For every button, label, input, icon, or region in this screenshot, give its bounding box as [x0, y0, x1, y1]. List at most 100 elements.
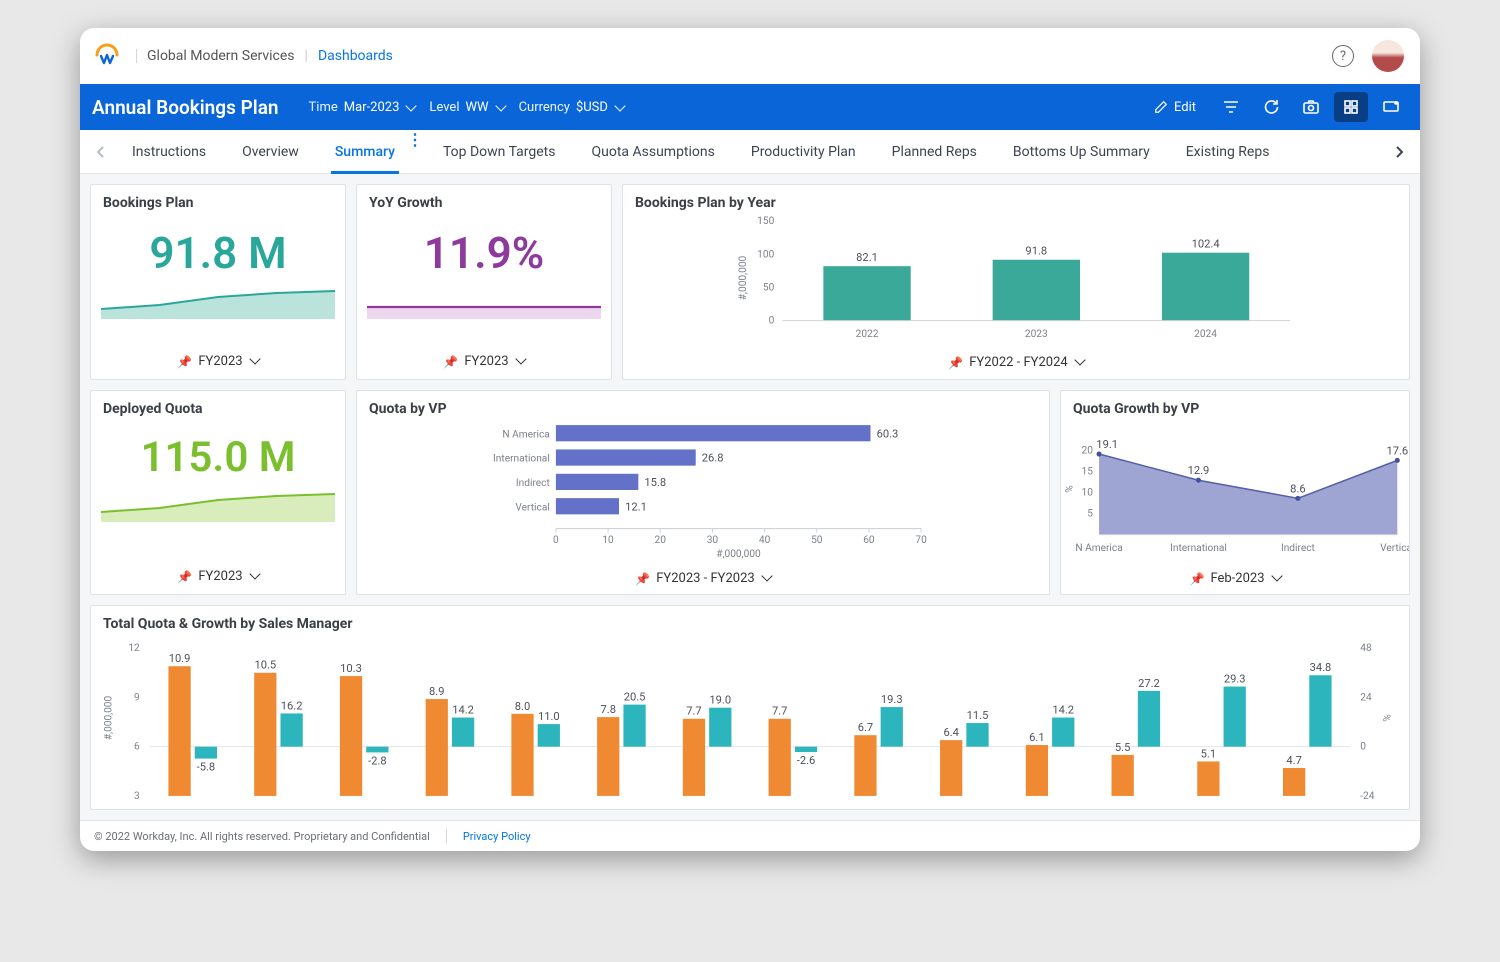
- svg-text:100: 100: [757, 249, 774, 260]
- svg-text:40: 40: [759, 535, 771, 546]
- tab-existing-reps[interactable]: Existing Reps: [1168, 130, 1288, 173]
- svg-text:9: 9: [134, 692, 140, 703]
- svg-text:16.2: 16.2: [281, 699, 303, 712]
- metric-value: 11.9%: [357, 213, 611, 279]
- snapshot-icon[interactable]: [1294, 92, 1328, 122]
- tab-quota-assumptions[interactable]: Quota Assumptions: [573, 130, 732, 173]
- card-deployed-quota: Deployed Quota 115.0 M 📌 FY2023: [90, 390, 346, 595]
- pin-icon: 📌: [177, 355, 192, 369]
- tab-summary[interactable]: Summary: [317, 130, 413, 173]
- svg-text:10.5: 10.5: [254, 659, 276, 672]
- svg-text:International: International: [1170, 543, 1227, 554]
- svg-text:48: 48: [1360, 643, 1372, 654]
- svg-text:7.8: 7.8: [601, 703, 616, 716]
- svg-text:0: 0: [769, 316, 775, 327]
- svg-text:2022: 2022: [856, 329, 879, 340]
- tab-productivity-plan[interactable]: Productivity Plan: [733, 130, 874, 173]
- svg-text:3: 3: [134, 791, 140, 802]
- filter-icon[interactable]: [1214, 92, 1248, 122]
- tabs-scroll-left[interactable]: [88, 145, 114, 159]
- filter-label: Time: [309, 100, 338, 115]
- svg-text:-5.8: -5.8: [197, 761, 216, 774]
- divider: [446, 829, 447, 843]
- tab-top-down-targets[interactable]: Top Down Targets: [425, 130, 574, 173]
- svg-text:5.1: 5.1: [1201, 747, 1216, 760]
- svg-text:International: International: [493, 454, 550, 465]
- svg-text:10: 10: [1082, 487, 1094, 498]
- svg-text:6.7: 6.7: [858, 721, 873, 734]
- chevron-down-icon: [1074, 355, 1084, 370]
- svg-text:7.7: 7.7: [686, 705, 701, 718]
- card-period-selector[interactable]: 📌 FY2023: [91, 561, 345, 594]
- svg-text:14.2: 14.2: [1052, 703, 1074, 716]
- svg-text:20: 20: [1082, 445, 1094, 456]
- svg-text:N America: N America: [502, 429, 549, 440]
- svg-text:19.3: 19.3: [881, 693, 903, 706]
- svg-text:4.7: 4.7: [1286, 754, 1301, 767]
- breadcrumb-link[interactable]: Dashboards: [318, 48, 393, 64]
- filter-label: Level: [429, 100, 459, 115]
- svg-text:2023: 2023: [1025, 329, 1048, 340]
- pin-icon: 📌: [635, 572, 650, 586]
- svg-text:8.9: 8.9: [429, 685, 444, 698]
- svg-text:102.4: 102.4: [1192, 238, 1221, 251]
- svg-text:0: 0: [553, 535, 559, 546]
- filter-time[interactable]: Mar-2023: [338, 96, 422, 119]
- chevron-down-icon: [249, 354, 259, 369]
- edit-button[interactable]: Edit: [1146, 94, 1204, 121]
- svg-text:6: 6: [134, 742, 140, 753]
- svg-text:-2.8: -2.8: [368, 755, 387, 768]
- chevron-down-icon: [761, 571, 771, 586]
- svg-text:11.5: 11.5: [967, 709, 989, 722]
- svg-text:5.5: 5.5: [1115, 741, 1130, 754]
- filter-level[interactable]: WW: [460, 96, 511, 119]
- privacy-link[interactable]: Privacy Policy: [463, 830, 531, 843]
- card-title: Bookings Plan: [91, 185, 345, 213]
- card-title: Bookings Plan by Year: [623, 185, 1409, 213]
- card-quota-growth-vp: Quota Growth by VP 19.1N America12.9Inte…: [1060, 390, 1410, 595]
- svg-text:70: 70: [915, 535, 927, 546]
- card-quota-by-vp: Quota by VP N America60.3International26…: [356, 390, 1050, 595]
- refresh-icon[interactable]: [1254, 92, 1288, 122]
- chevron-down-icon: [1271, 571, 1281, 586]
- svg-text:26.8: 26.8: [702, 452, 724, 465]
- grid-view-icon[interactable]: [1334, 92, 1368, 122]
- tabs-scroll-right[interactable]: [1386, 145, 1412, 159]
- svg-text:8.6: 8.6: [1290, 482, 1305, 495]
- card-period-selector[interactable]: 📌 FY2022 - FY2024: [623, 347, 1409, 380]
- page-title: Annual Bookings Plan: [92, 96, 279, 119]
- dashboard-grid: Bookings Plan 91.8 M 📌 FY2023 YoY Growth…: [80, 174, 1420, 820]
- workday-logo[interactable]: [92, 41, 122, 71]
- filter-currency[interactable]: $USD: [570, 96, 630, 119]
- pin-icon: 📌: [443, 355, 458, 369]
- tab-overview[interactable]: Overview: [224, 130, 317, 173]
- card-bookings-plan: Bookings Plan 91.8 M 📌 FY2023: [90, 184, 346, 380]
- card-title: Quota Growth by VP: [1061, 391, 1409, 419]
- present-icon[interactable]: [1374, 92, 1408, 122]
- card-period-selector[interactable]: 📌 FY2023 - FY2023: [357, 563, 1049, 596]
- help-icon[interactable]: ?: [1332, 45, 1354, 67]
- svg-text:20: 20: [655, 535, 667, 546]
- svg-text:2024: 2024: [1194, 329, 1217, 340]
- card-period-selector[interactable]: 📌 Feb-2023: [1061, 563, 1409, 596]
- card-period-selector[interactable]: 📌 FY2023: [357, 346, 611, 379]
- tab-instructions[interactable]: Instructions: [114, 130, 224, 173]
- copyright: © 2022 Workday, Inc. All rights reserved…: [94, 830, 430, 843]
- svg-text:27.2: 27.2: [1138, 677, 1160, 690]
- svg-text:50: 50: [763, 283, 775, 294]
- svg-text:29.3: 29.3: [1224, 672, 1246, 685]
- tab-planned-reps[interactable]: Planned Reps: [874, 130, 995, 173]
- svg-text:19.0: 19.0: [709, 694, 731, 707]
- user-avatar[interactable]: [1372, 40, 1404, 72]
- tab-bottoms-up-summary[interactable]: Bottoms Up Summary: [995, 130, 1168, 173]
- svg-text:50: 50: [811, 535, 823, 546]
- svg-text:60: 60: [863, 535, 875, 546]
- svg-text:%: %: [1383, 714, 1394, 721]
- card-yoy-growth: YoY Growth 11.9% 📌 FY2023: [356, 184, 612, 380]
- card-period-selector[interactable]: 📌 FY2023: [91, 346, 345, 379]
- edit-label: Edit: [1174, 100, 1196, 115]
- svg-text:-2.6: -2.6: [797, 754, 816, 767]
- svg-text:N America: N America: [1075, 543, 1122, 554]
- svg-text:Indirect: Indirect: [1281, 543, 1315, 554]
- svg-text:15.8: 15.8: [644, 476, 666, 489]
